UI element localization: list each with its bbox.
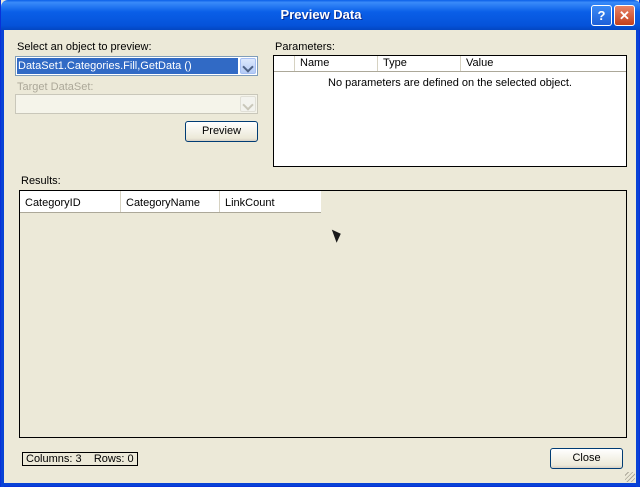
window-border-bottom: [1, 483, 640, 486]
no-parameters-message: No parameters are defined on the selecte…: [328, 77, 572, 89]
window-border-left: [1, 30, 4, 487]
row-header-cell: [274, 56, 295, 71]
results-header: CategoryID CategoryName LinkCount: [20, 191, 321, 213]
target-dataset-dropdown[interactable]: [15, 94, 258, 114]
target-dataset-value: [17, 96, 238, 112]
select-object-value: DataSet1.Categories.Fill,GetData (): [17, 58, 238, 74]
results-column-categoryname[interactable]: CategoryName: [121, 191, 220, 212]
title-bar[interactable]: Preview Data ? ✕: [1, 0, 640, 30]
parameters-column-name[interactable]: Name: [295, 56, 378, 71]
help-icon[interactable]: ?: [591, 5, 612, 26]
resize-grip-icon[interactable]: [625, 472, 635, 482]
preview-button[interactable]: Preview: [185, 121, 258, 142]
preview-data-dialog: Preview Data ? ✕ Select an object to pre…: [0, 0, 640, 487]
results-column-linkcount[interactable]: LinkCount: [220, 191, 321, 212]
results-column-categoryid[interactable]: CategoryID: [20, 191, 121, 212]
results-label: Results:: [21, 175, 61, 187]
select-object-label: Select an object to preview:: [17, 41, 152, 53]
window-title: Preview Data: [280, 7, 362, 22]
parameters-column-type[interactable]: Type: [378, 56, 461, 71]
results-grid[interactable]: CategoryID CategoryName LinkCount: [19, 190, 627, 438]
parameters-header: Name Type Value: [274, 56, 626, 72]
chevron-down-icon[interactable]: [240, 58, 256, 74]
close-button[interactable]: Close: [550, 448, 623, 469]
close-icon[interactable]: ✕: [614, 5, 635, 26]
status-summary: Columns: 3 Rows: 0: [22, 452, 138, 466]
target-dataset-label: Target DataSet:: [17, 81, 94, 93]
parameters-label: Parameters:: [275, 41, 335, 53]
select-object-dropdown[interactable]: DataSet1.Categories.Fill,GetData (): [15, 56, 258, 76]
window-border-right: [636, 30, 639, 487]
parameters-column-value[interactable]: Value: [461, 56, 626, 71]
chevron-down-icon[interactable]: [240, 96, 256, 112]
parameters-grid[interactable]: Name Type Value No parameters are define…: [273, 55, 627, 167]
